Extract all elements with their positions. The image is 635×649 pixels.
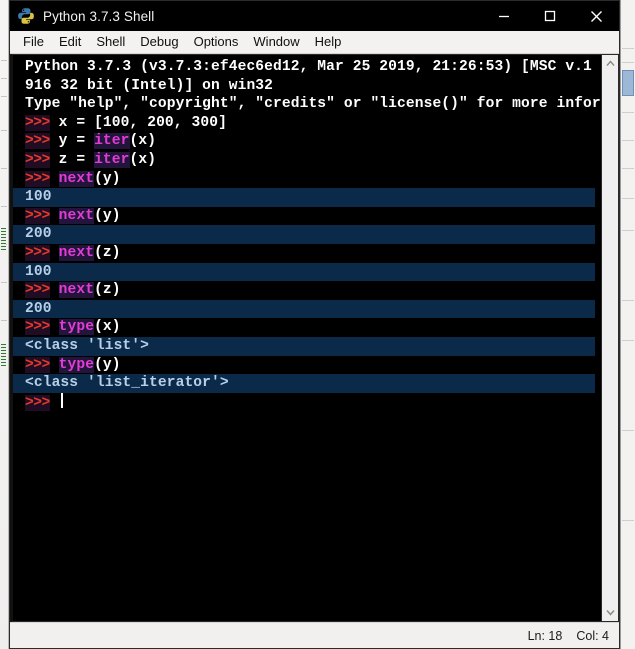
maximize-icon[interactable] (527, 1, 573, 31)
shell-output[interactable]: Python 3.7.3 (v3.7.3:ef4ec6ed12, Mar 25 … (13, 55, 601, 621)
banner-line: Python 3.7.3 (v3.7.3:ef4ec6ed12, Mar 25 … (25, 59, 592, 75)
prompt-marker: >>> (25, 133, 50, 150)
menu-item-options[interactable]: Options (188, 33, 248, 51)
menu-item-file[interactable]: File (17, 33, 53, 51)
shell-output-line: <class 'list'> (13, 336, 595, 356)
shell-input-line: >>> type(y) (13, 356, 601, 375)
vertical-scrollbar[interactable] (601, 55, 618, 621)
menu-item-window[interactable]: Window (247, 33, 308, 51)
prompt-marker: >>> (25, 394, 50, 411)
prompt-marker: >>> (25, 356, 50, 373)
prompt-marker: >>> (25, 114, 50, 131)
window-title: Python 3.7.3 Shell (43, 8, 155, 24)
shell-prompt-line-active: >>> (13, 392, 601, 412)
builtin-token: type (58, 319, 95, 336)
shell-text-area[interactable]: Python 3.7.3 (v3.7.3:ef4ec6ed12, Mar 25 … (10, 54, 619, 622)
code-token: (z) (94, 282, 121, 299)
code-token: (x) (129, 151, 157, 168)
code-token: (x) (94, 319, 121, 336)
prompt-marker: >>> (25, 319, 50, 336)
prompt-marker: >>> (25, 170, 50, 187)
menu-item-edit[interactable]: Edit (53, 33, 90, 51)
shell-output-line: 200 (13, 225, 595, 244)
chevron-up-icon[interactable] (602, 55, 618, 72)
code-token: (z) (94, 244, 121, 261)
shell-input-line: >>> x = [100, 200, 300] (13, 114, 601, 133)
python-logo-icon (17, 7, 35, 25)
shell-output-line: 100 (13, 262, 595, 282)
prompt-marker: >>> (25, 282, 50, 299)
prompt-marker: >>> (25, 151, 50, 168)
builtin-token: iter (94, 133, 130, 150)
code-token: z = (49, 151, 95, 168)
prompt-marker: >>> (25, 244, 50, 261)
title-bar[interactable]: Python 3.7.3 Shell (10, 1, 619, 31)
screen: Python 3.7.3 Shell File Edit Shell Debug… (0, 0, 635, 649)
chevron-down-icon[interactable] (602, 604, 618, 621)
code-token: (y) (94, 207, 121, 224)
code-token: (x) (129, 133, 157, 150)
shell-input-line: >>> y = iter(x) (13, 132, 601, 151)
code-token: (y) (94, 170, 121, 187)
menu-item-shell[interactable]: Shell (90, 33, 134, 51)
scrollbar-track[interactable] (602, 72, 618, 604)
builtin-token: next (58, 207, 95, 224)
banner-line: 916 32 bit (Intel)] on win32 (25, 77, 274, 94)
minimize-icon[interactable] (481, 1, 527, 31)
builtin-token: next (58, 244, 95, 261)
status-line-number: Ln: 18 (527, 628, 563, 643)
prompt-marker: >>> (25, 207, 50, 224)
builtin-token: next (58, 282, 95, 299)
builtin-token: next (58, 170, 95, 187)
background-window-right[interactable] (620, 0, 635, 649)
window-controls (481, 1, 619, 31)
builtin-token: type (58, 356, 95, 373)
close-icon[interactable] (573, 1, 619, 31)
background-window-left[interactable] (0, 0, 9, 649)
code-token: (y) (94, 356, 121, 373)
shell-output-line: <class 'list_iterator'> (13, 374, 595, 393)
text-caret (60, 392, 63, 408)
menu-bar: File Edit Shell Debug Options Window Hel… (10, 31, 619, 54)
menu-item-help[interactable]: Help (309, 33, 351, 51)
shell-input-line: >>> type(x) (13, 318, 601, 337)
shell-output-line: 100 (13, 188, 595, 207)
shell-input-line: >>> next(z) (13, 281, 601, 300)
python-shell-window: Python 3.7.3 Shell File Edit Shell Debug… (9, 0, 620, 649)
shell-input-line: >>> z = iter(x) (13, 151, 601, 170)
status-column-number: Col: 4 (576, 628, 609, 643)
shell-input-line: >>> next(z) (13, 244, 601, 263)
builtin-token: iter (94, 151, 130, 168)
menu-item-debug[interactable]: Debug (134, 33, 187, 51)
shell-output-line: 200 (13, 299, 595, 319)
code-token: x = [100, 200, 300] (49, 114, 227, 131)
shell-input-line: >>> next(y) (13, 170, 601, 189)
banner-line: Type "help", "copyright", "credits" or "… (25, 96, 601, 113)
shell-input-line: >>> next(y) (13, 207, 601, 226)
status-bar: Ln: 18 Col: 4 (10, 622, 619, 648)
code-token: y = (49, 133, 95, 150)
